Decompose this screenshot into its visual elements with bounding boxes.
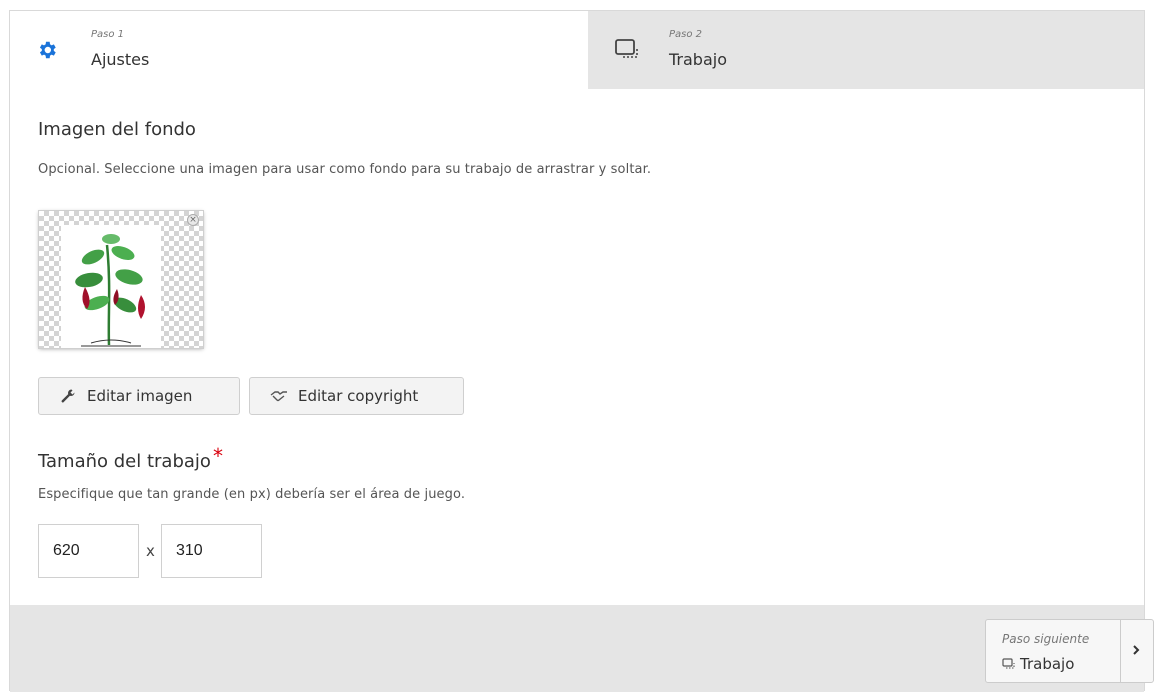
tab-task[interactable]: Paso 2 Trabajo <box>588 11 1144 89</box>
background-image-title: Imagen del fondo <box>38 119 196 140</box>
tab-step-label: Paso 2 <box>669 29 703 40</box>
tab-title: Ajustes <box>91 50 150 69</box>
wrench-icon <box>59 387 77 405</box>
tab-step-label: Paso 1 <box>91 29 125 40</box>
gear-icon <box>39 41 56 59</box>
dropzone-icon <box>615 39 638 58</box>
width-input[interactable]: 620 <box>38 524 139 578</box>
dropzone-icon <box>1002 658 1015 669</box>
tab-settings[interactable]: Paso 1 Ajustes <box>10 11 588 89</box>
editor-frame: Paso 1 Ajustes Paso 2 Trabajo Imagen del… <box>9 10 1154 692</box>
edit-copyright-button[interactable]: Editar copyright <box>249 377 464 415</box>
height-input[interactable]: 310 <box>161 524 262 578</box>
edit-image-label: Editar imagen <box>87 387 193 405</box>
button-divider <box>1120 620 1121 682</box>
footer-bar: Paso siguiente Trabajo <box>10 605 1154 692</box>
size-separator: x <box>146 542 155 560</box>
plant-illustration <box>75 234 145 347</box>
background-image-description: Opcional. Seleccione una imagen para usa… <box>38 162 652 177</box>
chevron-right-icon <box>1133 645 1140 655</box>
required-marker: * <box>212 444 223 468</box>
plant-image <box>61 225 161 348</box>
next-step-title: Trabajo <box>1020 655 1075 673</box>
background-image-thumbnail[interactable]: × <box>39 211 203 348</box>
task-size-title-text: Tamaño del trabajo <box>38 451 211 472</box>
edit-copyright-label: Editar copyright <box>298 387 419 405</box>
next-step-label: Paso siguiente <box>1002 632 1090 646</box>
step-tabs: Paso 1 Ajustes Paso 2 Trabajo <box>10 11 1144 89</box>
task-size-description: Especifique que tan grande (en px) deber… <box>38 487 466 502</box>
edit-image-button[interactable]: Editar imagen <box>38 377 240 415</box>
next-step-button[interactable]: Paso siguiente Trabajo <box>985 619 1154 683</box>
task-size-title: Tamaño del trabajo * <box>38 444 223 472</box>
tab-title: Trabajo <box>669 50 727 69</box>
handshake-icon <box>270 387 288 405</box>
remove-image-button[interactable]: × <box>187 214 199 226</box>
